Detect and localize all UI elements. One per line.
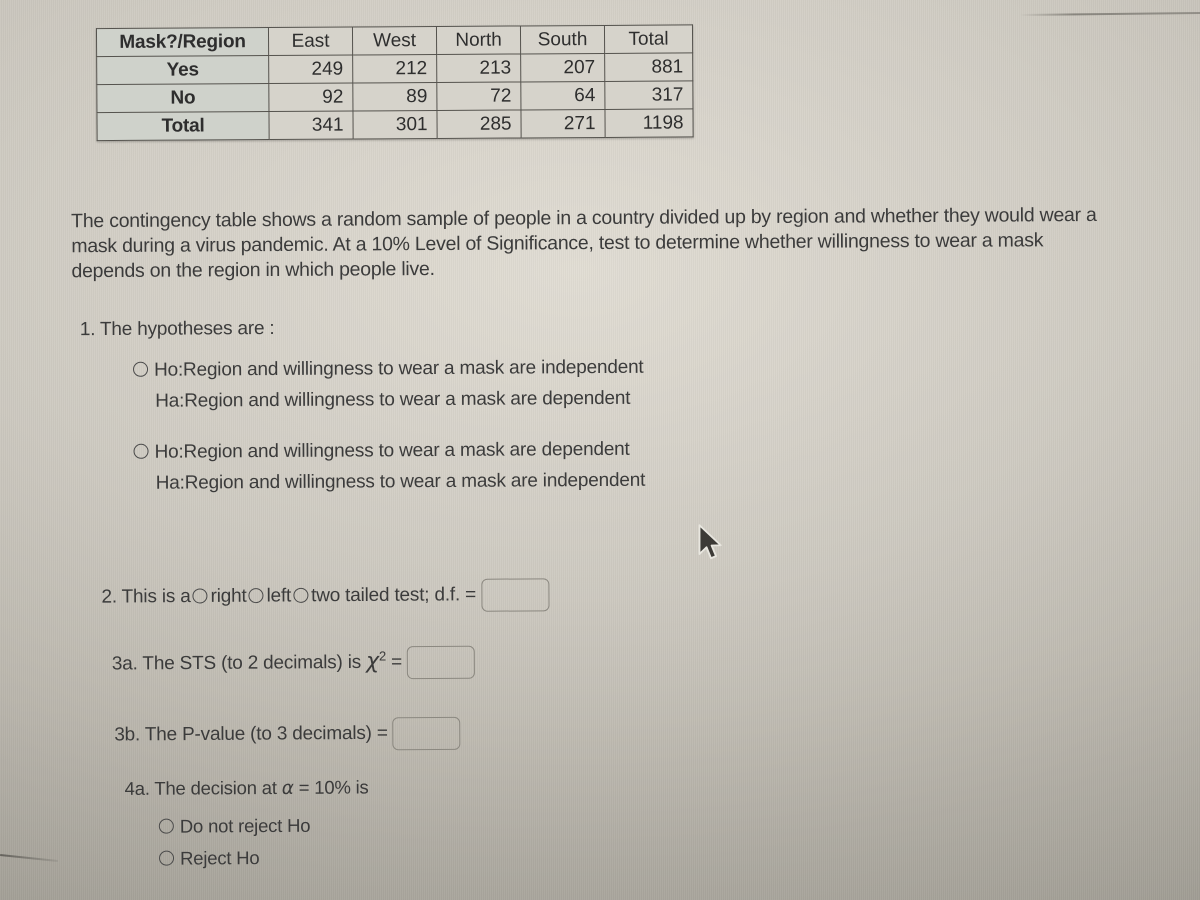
- cell-yes-north: 213: [436, 53, 521, 83]
- tail-option-two-label: two: [311, 585, 341, 607]
- question-2: 2. This is a right left two tailed test; d.…: [101, 578, 550, 614]
- question-1: 1. The hypotheses are : Ho:Region and wi…: [80, 316, 646, 519]
- problem-statement: The contingency table shows a random sam…: [71, 203, 1097, 283]
- table-row: Yes 249 212 213 207 881: [96, 52, 693, 85]
- contingency-table: Mask?/Region East West North South Total…: [95, 24, 694, 142]
- radio-do-not-reject-ho[interactable]: [158, 818, 174, 834]
- row-header-no: No: [96, 83, 269, 113]
- radio-hypothesis-option-1[interactable]: [133, 361, 149, 377]
- question-3b: 3b. The P-value (to 3 decimals) =: [114, 716, 461, 752]
- p-value-input[interactable]: [392, 716, 461, 751]
- row-header-total: Total: [96, 111, 270, 141]
- decision-option-reject-label: Reject Ho: [179, 847, 260, 869]
- chi-symbol: χ: [366, 648, 380, 674]
- equals-sign: =: [391, 651, 403, 673]
- decision-option-reject[interactable]: Reject Ho: [158, 841, 369, 874]
- test-statistic-input[interactable]: [406, 645, 476, 680]
- cell-total-total: 1198: [604, 108, 694, 138]
- column-header-total: Total: [604, 24, 693, 54]
- radio-reject-ho[interactable]: [158, 850, 175, 866]
- cell-yes-total: 881: [604, 52, 693, 82]
- table-body: Yes 249 212 213 207 881 No 92 89 72 64 3…: [96, 52, 694, 141]
- table-row: Mask?/Region East West North South Total: [96, 24, 693, 57]
- cell-yes-south: 207: [520, 53, 605, 82]
- hypothesis-option-2[interactable]: Ho:Region and willingness to wear a mask…: [133, 434, 645, 499]
- hypothesis-option-1-ho-text: Ho:Region and willingness to wear a mask…: [153, 356, 644, 381]
- column-header-south: South: [520, 25, 605, 54]
- radio-tail-right[interactable]: [192, 587, 208, 604]
- question-2-prefix: 2. This is a: [101, 586, 191, 608]
- cell-total-south: 271: [520, 109, 606, 138]
- table-corner-header: Mask?/Region: [96, 27, 269, 57]
- question-4a: 4a. The decision at α = 10% is Do not re…: [125, 776, 370, 874]
- radio-hypothesis-option-2[interactable]: [133, 443, 149, 459]
- contingency-table-container: Mask?/Region East West North South Total…: [95, 24, 694, 142]
- cell-total-east: 341: [268, 111, 354, 140]
- cell-no-north: 72: [436, 81, 521, 111]
- cell-total-west: 301: [352, 110, 438, 140]
- chi-exponent: 2: [378, 648, 387, 664]
- alpha-symbol: α: [281, 777, 294, 799]
- question-4a-prefix: 4a. The decision at: [124, 776, 277, 799]
- cell-no-south: 64: [520, 81, 605, 110]
- hypothesis-option-2-ha-text: Ha:Region and willingness to wear a mask…: [155, 469, 646, 494]
- hypothesis-option-1-ho-line[interactable]: Ho:Region and willingness to wear a mask…: [133, 352, 645, 386]
- question-2-suffix: tailed test; d.f. =: [345, 584, 477, 607]
- column-header-west: West: [352, 26, 437, 56]
- decision-option-do-not-reject-label: Do not reject Ho: [179, 814, 311, 837]
- column-header-north: North: [436, 25, 521, 55]
- cell-no-east: 92: [268, 83, 353, 112]
- cell-yes-west: 212: [352, 54, 437, 84]
- tail-option-left-label: left: [266, 585, 292, 607]
- question-3a-label: 3a. The STS (to 2 decimals) is: [111, 651, 362, 675]
- hypothesis-option-1[interactable]: Ho:Region and willingness to wear a mask…: [133, 352, 645, 417]
- decision-option-do-not-reject[interactable]: Do not reject Ho: [158, 809, 369, 842]
- column-header-east: East: [268, 27, 353, 56]
- cell-total-north: 285: [436, 109, 522, 139]
- question-4a-label: 4a. The decision at α = 10% is: [125, 776, 369, 799]
- radio-tail-two[interactable]: [293, 587, 309, 603]
- hypothesis-option-2-ho-text: Ho:Region and willingness to wear a mask…: [154, 438, 630, 463]
- row-header-yes: Yes: [96, 55, 269, 85]
- question-4a-suffix: = 10% is: [298, 776, 369, 798]
- tail-option-right-label: right: [210, 585, 247, 607]
- worksheet-page: Mask?/Region East West North South Total…: [0, 0, 1200, 900]
- table-row: Total 341 301 285 271 1198: [96, 108, 694, 141]
- cell-no-west: 89: [352, 82, 437, 112]
- table-header-row: Mask?/Region East West North South Total: [96, 24, 693, 57]
- question-3b-label: 3b. The P-value (to 3 decimals) =: [114, 722, 388, 746]
- question-3a: 3a. The STS (to 2 decimals) is χ2 =: [111, 645, 476, 681]
- radio-tail-left[interactable]: [248, 587, 264, 603]
- cell-yes-east: 249: [268, 55, 353, 84]
- question-1-label: 1. The hypotheses are :: [79, 317, 275, 341]
- hypothesis-option-1-ha-text: Ha:Region and willingness to wear a mask…: [155, 387, 631, 412]
- table-row: No 92 89 72 64 317: [96, 80, 693, 113]
- hypothesis-option-2-ho-line[interactable]: Ho:Region and willingness to wear a mask…: [133, 434, 645, 468]
- degrees-of-freedom-input[interactable]: [480, 578, 550, 612]
- cell-no-total: 317: [604, 80, 693, 110]
